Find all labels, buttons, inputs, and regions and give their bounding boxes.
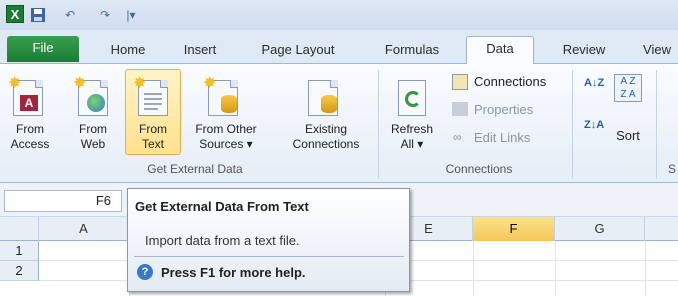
existing-connections-icon (308, 80, 338, 116)
tab-review[interactable]: Review (554, 39, 614, 64)
from-access-line2: Access (10, 137, 50, 151)
name-box[interactable]: F6 (4, 190, 122, 212)
tab-view[interactable]: View (636, 39, 678, 64)
screen-tip-description: Import data from a text file. (145, 233, 300, 248)
grid-line (473, 241, 474, 296)
excel-logo-icon[interactable]: X (6, 5, 24, 23)
redo-button[interactable]: ↷ (90, 5, 120, 24)
from-other-sources-button[interactable]: From Other Sources ▾ (184, 122, 268, 152)
column-header-f[interactable]: F (473, 217, 555, 241)
group-separator (378, 70, 379, 178)
properties-button[interactable]: Properties (474, 102, 533, 117)
title-bar: X ↶ ↷ |▾ (0, 0, 678, 30)
from-access-line1: From (16, 122, 44, 136)
from-other-sources-line1: From Other (195, 122, 257, 136)
from-text-line2: Text (141, 137, 164, 151)
other-sources-icon: ✸ (203, 75, 238, 116)
group-label-connections: Connections (445, 162, 513, 176)
row-header-2[interactable]: 2 (0, 261, 39, 281)
edit-links-icon: ∞ (453, 130, 462, 144)
group-label-sort-filter-partial: S (667, 162, 676, 176)
tab-home[interactable]: Home (102, 39, 154, 64)
tab-data[interactable]: Data (466, 36, 534, 65)
sort-z-to-a-button[interactable]: Z↓A (584, 120, 604, 131)
ribbon: ✸ A From Access ✸ From Web ✸ From Text ✸… (0, 64, 678, 225)
tab-file[interactable]: File (7, 36, 79, 62)
screen-tip-title: Get External Data From Text (135, 199, 309, 214)
from-web-line2: Web (80, 137, 106, 151)
text-file-icon: ✸ (133, 75, 168, 116)
sort-dialog-icon: A ZZ A (614, 74, 642, 102)
save-icon[interactable] (30, 5, 46, 24)
group-separator (656, 70, 657, 178)
refresh-icon (398, 80, 426, 116)
properties-icon (452, 102, 468, 116)
from-other-sources-line2: Sources ▾ (199, 137, 253, 151)
tab-insert[interactable]: Insert (174, 39, 226, 64)
ribbon-tab-bar: File Home Insert Page Layout Formulas Da… (0, 30, 678, 65)
group-separator (572, 70, 573, 178)
refresh-all-line1: Refresh (390, 122, 434, 136)
from-text-button[interactable]: From Text (126, 122, 180, 152)
grid-line (645, 241, 646, 296)
sort-a-to-z-button[interactable]: A↓Z (584, 78, 604, 89)
web-file-icon: ✸ (73, 75, 108, 116)
screen-tip-divider (134, 256, 404, 257)
connections-button[interactable]: Connections (474, 74, 546, 89)
access-file-icon: ✸ A (8, 75, 43, 116)
from-web-button[interactable]: From Web (72, 122, 114, 152)
help-icon: ? (137, 264, 153, 280)
from-web-line1: From (79, 122, 107, 136)
undo-button[interactable]: ↶ (55, 5, 85, 24)
customize-quick-access-button[interactable]: |▾ (125, 5, 137, 24)
existing-connections-line1: Existing (304, 122, 348, 136)
group-label-get-external-data: Get External Data (147, 162, 243, 176)
sort-button[interactable]: Sort (612, 128, 644, 143)
from-text-line1: From (139, 122, 167, 136)
connections-icon (452, 74, 468, 90)
from-access-button[interactable]: From Access (8, 122, 52, 152)
edit-links-button[interactable]: Edit Links (474, 130, 530, 145)
existing-connections-button[interactable]: Existing Connections (282, 122, 370, 152)
refresh-all-button[interactable]: Refresh All ▾ (386, 122, 438, 152)
screen-tip: Get External Data From Text Import data … (127, 188, 410, 292)
refresh-all-line2: All ▾ (400, 137, 424, 151)
existing-connections-line2: Connections (292, 137, 360, 151)
column-header-a[interactable]: A (39, 217, 129, 241)
tab-formulas[interactable]: Formulas (374, 39, 450, 64)
screen-tip-help-text: Press F1 for more help. (161, 265, 306, 280)
select-all-corner[interactable] (0, 217, 39, 241)
row-header-1[interactable]: 1 (0, 241, 39, 261)
grid-line (555, 241, 556, 296)
tab-page-layout[interactable]: Page Layout (252, 39, 344, 64)
column-header-g[interactable]: G (555, 217, 645, 241)
